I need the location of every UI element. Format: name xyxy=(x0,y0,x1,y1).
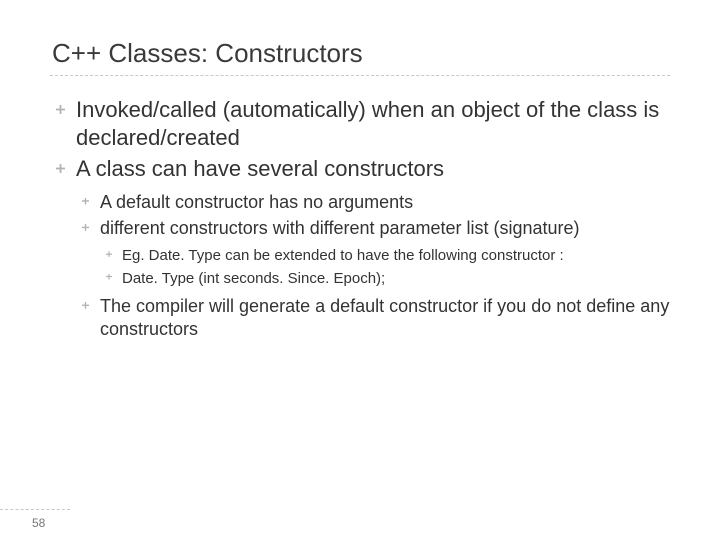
bullet-text: The compiler will generate a default con… xyxy=(100,296,669,339)
list-item: different constructors with different pa… xyxy=(76,217,670,289)
bullet-text: Eg. Date. Type can be extended to have t… xyxy=(122,247,564,264)
slide-title: C++ Classes: Constructors xyxy=(50,38,670,69)
bullet-list-level1: Invoked/called (automatically) when an o… xyxy=(50,96,670,342)
bullet-text: Invoked/called (automatically) when an o… xyxy=(76,97,659,150)
page-number: 58 xyxy=(32,516,45,530)
list-item: Invoked/called (automatically) when an o… xyxy=(50,96,670,151)
title-divider xyxy=(50,75,670,76)
list-item: A class can have several constructors A … xyxy=(50,155,670,342)
bullet-list-level2: A default constructor has no arguments d… xyxy=(76,191,670,342)
page-number-divider xyxy=(0,509,70,510)
list-item: Date. Type (int seconds. Since. Epoch); xyxy=(100,269,670,289)
bullet-text: A default constructor has no arguments xyxy=(100,192,413,212)
list-item: A default constructor has no arguments xyxy=(76,191,670,214)
bullet-text: Date. Type (int seconds. Since. Epoch); xyxy=(122,270,385,287)
bullet-text: A class can have several constructors xyxy=(76,156,444,181)
bullet-text: different constructors with different pa… xyxy=(100,218,580,238)
list-item: The compiler will generate a default con… xyxy=(76,295,670,342)
list-item: Eg. Date. Type can be extended to have t… xyxy=(100,246,670,266)
bullet-list-level3: Eg. Date. Type can be extended to have t… xyxy=(100,246,670,289)
